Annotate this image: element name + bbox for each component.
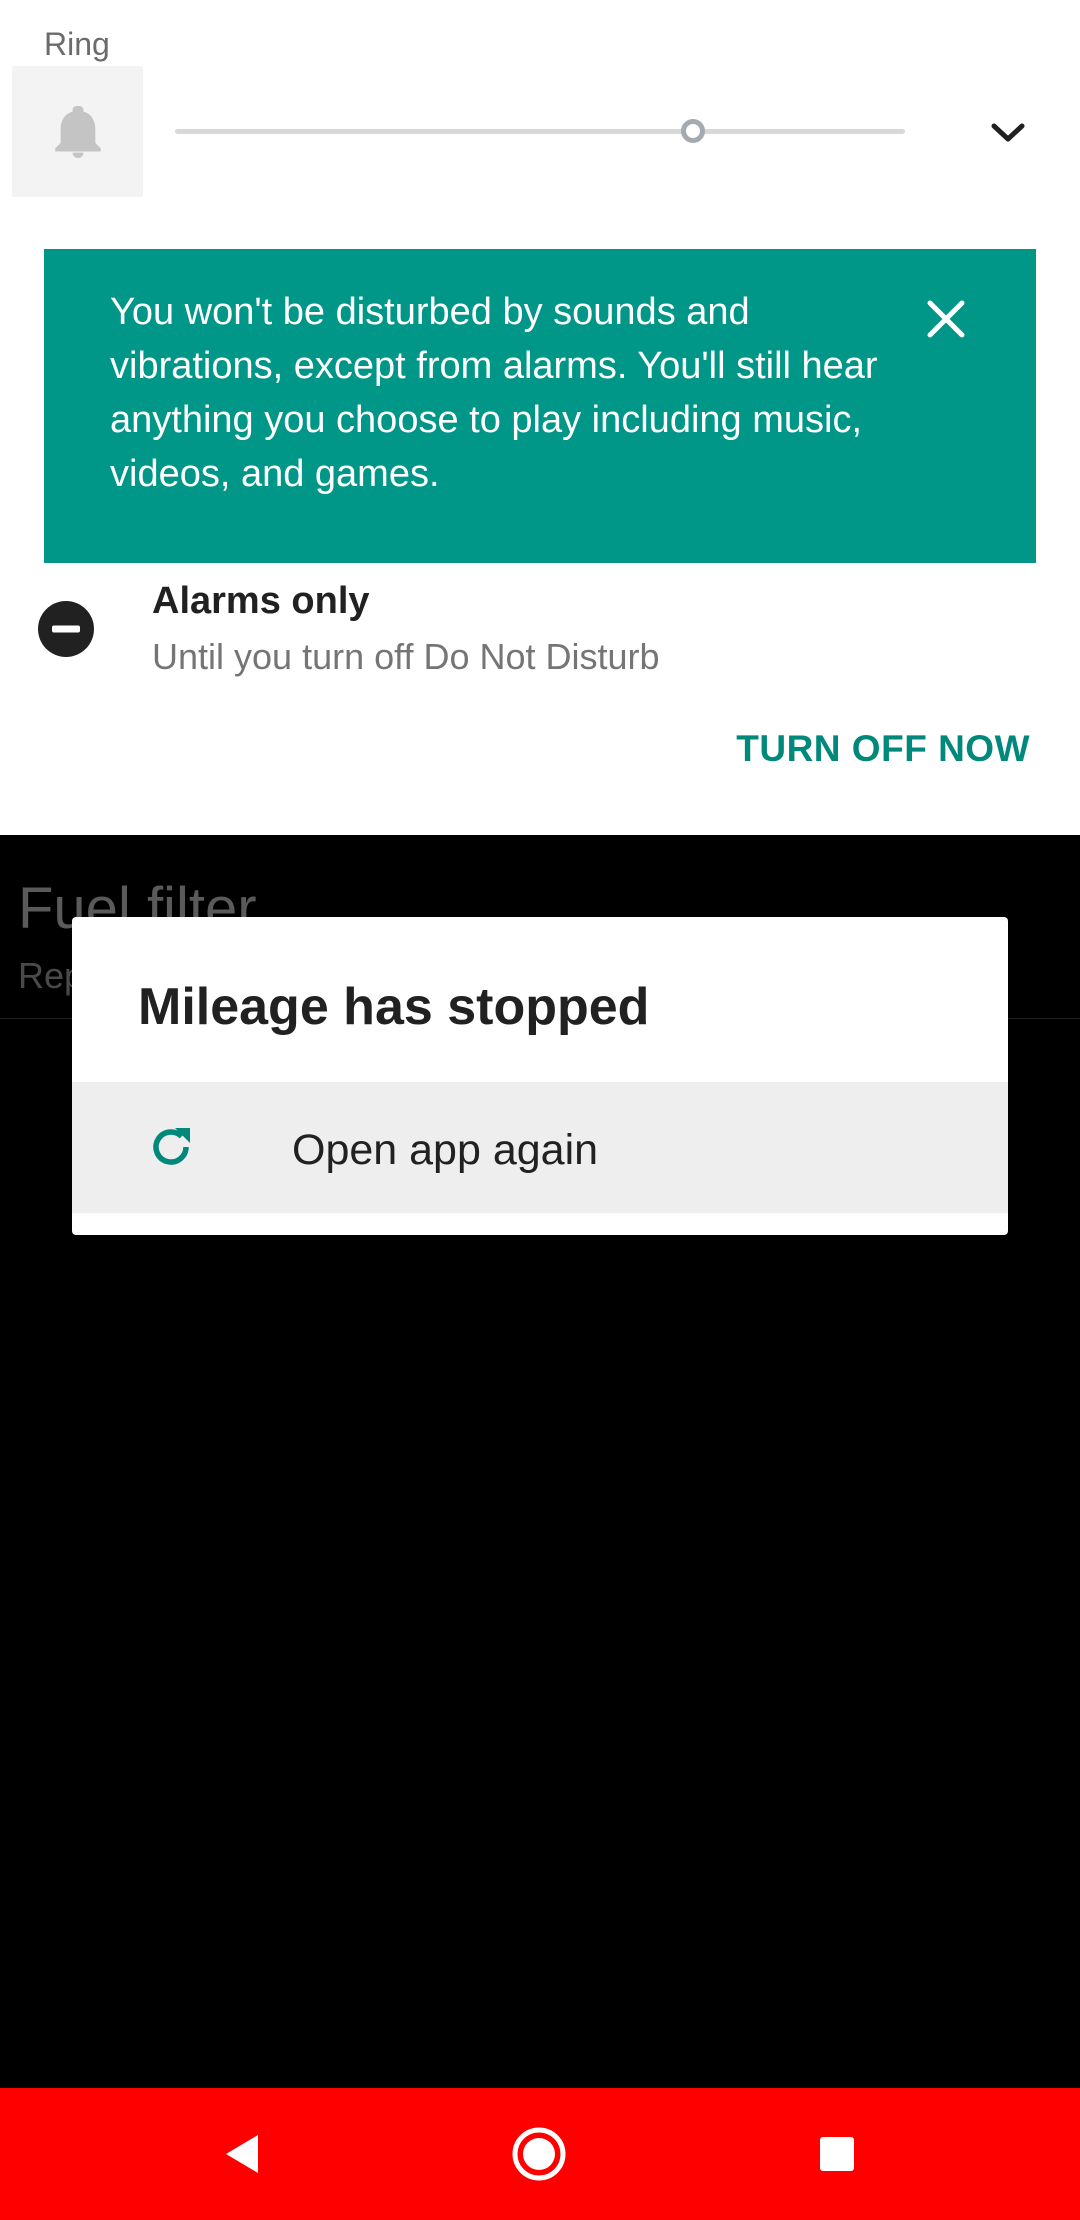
open-app-again-button[interactable]: Open app again bbox=[72, 1082, 1008, 1213]
slider-track bbox=[175, 129, 905, 134]
open-app-again-label: Open app again bbox=[292, 1126, 599, 1174]
close-icon bbox=[927, 300, 965, 338]
do-not-disturb-icon bbox=[38, 601, 94, 657]
recents-button[interactable] bbox=[801, 2118, 873, 2190]
expand-button[interactable] bbox=[975, 105, 1041, 161]
chevron-down-icon bbox=[991, 123, 1025, 142]
dialog-title: Mileage has stopped bbox=[138, 978, 650, 1036]
dnd-info-text: You won't be disturbed by sounds and vib… bbox=[110, 291, 878, 495]
recents-icon bbox=[820, 2137, 854, 2171]
refresh-icon bbox=[153, 1128, 190, 1165]
ring-mute-toggle[interactable] bbox=[12, 66, 143, 197]
dnd-mode-subtitle: Until you turn off Do Not Disturb bbox=[152, 636, 660, 677]
screen: Fuel filter Rep Ring You won't be distur… bbox=[0, 0, 1080, 2220]
turn-off-now-button[interactable]: TURN OFF NOW bbox=[730, 728, 1030, 784]
ring-volume-slider[interactable] bbox=[175, 119, 905, 143]
slider-thumb[interactable] bbox=[681, 119, 706, 143]
volume-panel: Ring You won't be disturbed by sounds an… bbox=[0, 0, 1080, 835]
navigation-bar bbox=[0, 2088, 1080, 2220]
home-button[interactable] bbox=[503, 2118, 575, 2190]
bell-icon bbox=[54, 105, 101, 158]
ring-volume-label: Ring bbox=[44, 26, 110, 62]
dnd-mode-title: Alarms only bbox=[152, 580, 370, 622]
back-button[interactable] bbox=[206, 2118, 278, 2190]
back-icon bbox=[226, 2135, 258, 2173]
app-stopped-dialog: Mileage has stopped Open app again bbox=[72, 917, 1008, 1235]
dnd-info-banner: You won't be disturbed by sounds and vib… bbox=[44, 249, 1036, 563]
home-icon bbox=[512, 2127, 566, 2181]
dismiss-banner-button[interactable] bbox=[914, 287, 978, 351]
